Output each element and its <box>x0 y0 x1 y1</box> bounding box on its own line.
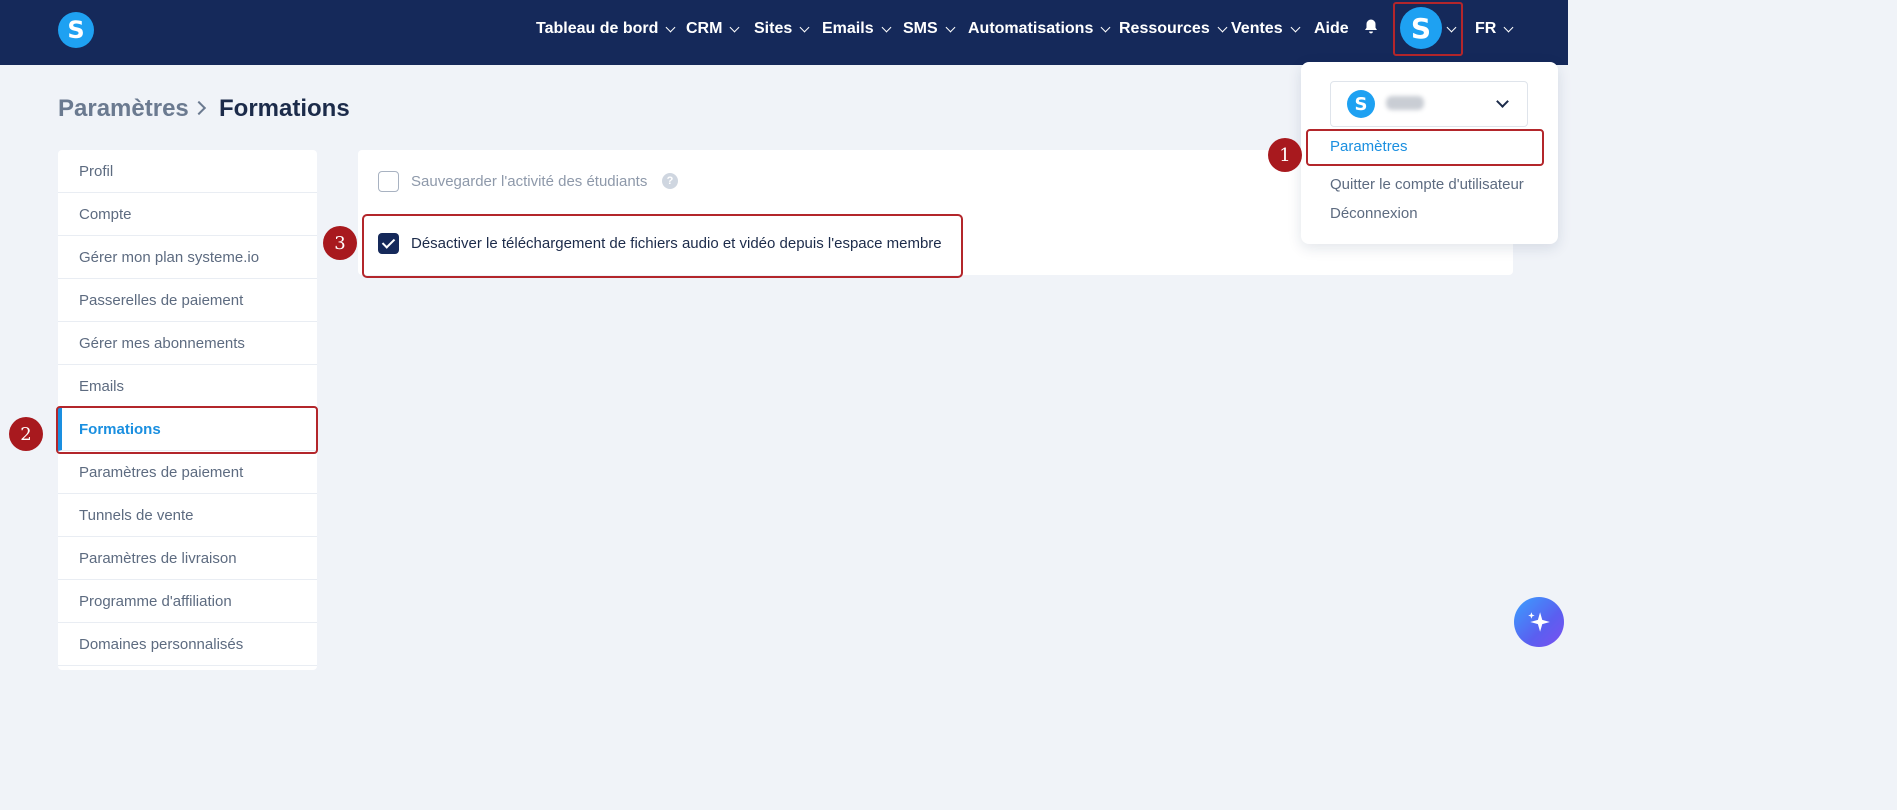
nav-label: Emails <box>822 20 874 37</box>
ai-assistant-button[interactable] <box>1514 597 1564 647</box>
sidebar-item-profil[interactable]: Profil <box>58 150 317 193</box>
chevron-down-icon <box>799 22 810 32</box>
menu-item-quitter-compte[interactable]: Quitter le compte d'utilisateur <box>1330 176 1524 193</box>
chevron-down-icon <box>1100 22 1111 32</box>
chevron-right-icon <box>191 100 207 116</box>
formations-highlight <box>56 406 318 454</box>
nav-label: SMS <box>903 20 938 37</box>
user-avatar-button[interactable]: S <box>1400 7 1442 49</box>
sidebar-item-abonnements[interactable]: Gérer mes abonnements <box>58 322 317 365</box>
menu-item-deconnexion[interactable]: Déconnexion <box>1330 205 1418 222</box>
language-label: FR <box>1475 20 1497 37</box>
page-title: Formations <box>219 95 350 122</box>
nav-sms[interactable]: SMS <box>903 0 956 58</box>
nav-aide[interactable]: Aide <box>1314 0 1349 58</box>
top-navbar: S Tableau de bord CRM Sites Emails SMS A… <box>0 0 1568 65</box>
nav-label: Ventes <box>1231 20 1283 37</box>
sidebar-item-emails[interactable]: Emails <box>58 365 317 408</box>
sidebar-item-parametres-paiement[interactable]: Paramètres de paiement <box>58 451 317 494</box>
sidebar-item-tunnels[interactable]: Tunnels de vente <box>58 494 317 537</box>
nav-label: Automatisations <box>968 20 1094 37</box>
chevron-down-icon <box>1217 22 1228 32</box>
chevron-down-icon <box>945 22 956 32</box>
sidebar-item-domaines[interactable]: Domaines personnalisés <box>58 623 317 666</box>
step-marker-2: 2 <box>9 417 43 451</box>
sidebar-item-plan[interactable]: Gérer mon plan systeme.io <box>58 236 317 279</box>
nav-ventes[interactable]: Ventes <box>1231 0 1301 58</box>
breadcrumb-parent[interactable]: Paramètres <box>58 95 189 123</box>
sparkle-icon <box>1528 612 1550 632</box>
nav-label: Aide <box>1314 20 1349 37</box>
disable-download-highlight <box>362 214 963 278</box>
chevron-down-icon <box>1290 22 1301 32</box>
chevron-down-icon <box>1503 22 1514 32</box>
nav-automatisations[interactable]: Automatisations <box>968 0 1111 58</box>
nav-label: Sites <box>754 20 793 37</box>
account-logo: S <box>1347 90 1375 118</box>
nav-emails[interactable]: Emails <box>822 0 892 58</box>
save-activity-label: Sauvegarder l'activité des étudiants <box>411 173 648 190</box>
nav-tableau-de-bord[interactable]: Tableau de bord <box>536 0 676 58</box>
language-selector[interactable]: FR <box>1475 0 1514 58</box>
sidebar-item-livraison[interactable]: Paramètres de livraison <box>58 537 317 580</box>
chevron-down-icon <box>729 22 740 32</box>
nav-sites[interactable]: Sites <box>754 0 810 58</box>
nav-label: Ressources <box>1119 20 1210 37</box>
chevron-down-icon <box>881 22 892 32</box>
nav-ressources[interactable]: Ressources <box>1119 0 1228 58</box>
systemeio-logo[interactable]: S <box>58 12 94 48</box>
step-marker-3: 3 <box>323 226 357 260</box>
sidebar-item-affiliation[interactable]: Programme d'affiliation <box>58 580 317 623</box>
parametres-highlight <box>1306 129 1544 166</box>
sidebar-item-passerelles[interactable]: Passerelles de paiement <box>58 279 317 322</box>
nav-label: Tableau de bord <box>536 20 659 37</box>
chevron-down-icon <box>665 22 676 32</box>
nav-label: CRM <box>686 20 723 37</box>
sidebar-item-compte[interactable]: Compte <box>58 193 317 236</box>
nav-crm[interactable]: CRM <box>686 0 740 58</box>
step-marker-1: 1 <box>1268 138 1302 172</box>
account-name-redacted <box>1386 96 1424 110</box>
save-activity-checkbox[interactable] <box>378 171 399 192</box>
bell-icon[interactable] <box>1362 18 1380 36</box>
help-icon[interactable]: ? <box>662 173 678 189</box>
